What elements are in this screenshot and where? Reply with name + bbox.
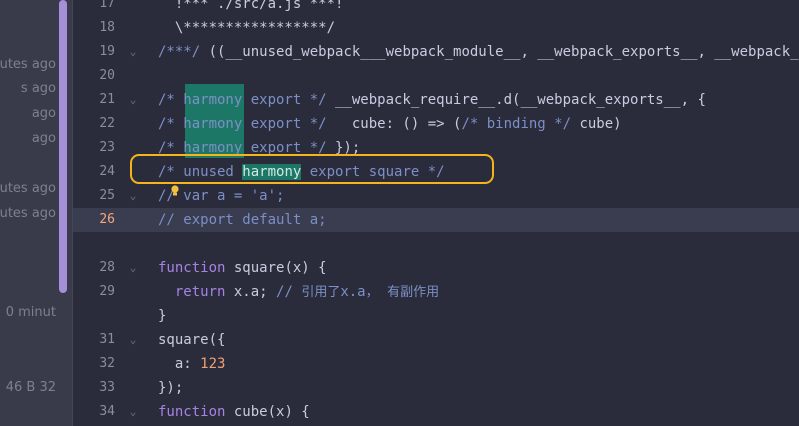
code-line[interactable]: }: [73, 304, 799, 328]
fold-chevron-icon[interactable]: ⌄: [127, 40, 139, 64]
history-time-label: 46 B 32: [5, 380, 56, 395]
history-time-label: 0 minut: [5, 305, 56, 320]
fold-chevron-icon[interactable]: ⌄: [127, 184, 139, 208]
line-number: 31: [99, 332, 115, 347]
code-text[interactable]: /* harmony export */ });: [158, 136, 360, 160]
line-number: 28: [99, 260, 115, 275]
code-line[interactable]: 34 ⌄ function cube(x) {: [73, 400, 799, 424]
code-line[interactable]: 20: [73, 64, 799, 88]
line-number: 18: [99, 20, 115, 35]
code-text[interactable]: \*****************/: [158, 16, 335, 40]
code-text[interactable]: /***/ ((__unused_webpack___webpack_modul…: [158, 40, 799, 64]
line-number: 24: [99, 164, 115, 179]
code-text[interactable]: }: [158, 304, 166, 328]
code-text[interactable]: return x.a; // 引用了x.a， 有副作用: [158, 280, 439, 305]
code-text[interactable]: /* harmony export */ cube: () => (/* bin…: [158, 112, 622, 136]
code-line[interactable]: [73, 232, 799, 256]
code-text[interactable]: function cube(x) {: [158, 400, 310, 424]
line-number: 25: [99, 188, 115, 203]
history-time-label: utes ago: [0, 181, 56, 196]
history-scrollbar-thumb[interactable]: [59, 0, 67, 293]
line-number: 20: [99, 68, 115, 83]
code-line[interactable]: 28 ⌄ function square(x) {: [73, 256, 799, 280]
line-number: 21: [99, 92, 115, 107]
line-number: 26: [99, 212, 115, 227]
line-number: 19: [99, 44, 115, 59]
code-line[interactable]: 24 /* unused harmony export square */: [73, 160, 799, 184]
code-editor[interactable]: 17 !*** ./src/a.js ***! 18 \*************…: [73, 0, 799, 426]
code-text[interactable]: // export default a;: [158, 208, 327, 232]
code-line[interactable]: 32 a: 123: [73, 352, 799, 376]
code-line[interactable]: 22 /* harmony export */ cube: () => (/* b…: [73, 112, 799, 136]
code-line[interactable]: 26 // export default a;: [73, 208, 799, 232]
line-number: 29: [99, 284, 115, 299]
code-text[interactable]: });: [158, 376, 183, 400]
fold-chevron-icon[interactable]: ⌄: [127, 88, 139, 112]
line-number: 33: [99, 380, 115, 395]
history-time-label: utes ago: [0, 206, 56, 221]
code-line[interactable]: 21 ⌄ /* harmony export */ __webpack_requir…: [73, 88, 799, 112]
code-text[interactable]: /* unused harmony export square */: [158, 160, 445, 184]
history-time-label: ago: [31, 131, 56, 146]
fold-chevron-icon[interactable]: ⌄: [127, 400, 139, 424]
code-text[interactable]: a: 123: [158, 352, 226, 376]
code-text[interactable]: function square(x) {: [158, 256, 327, 280]
code-line[interactable]: 17 !*** ./src/a.js ***!: [73, 0, 799, 16]
line-number: 34: [99, 404, 115, 419]
code-text[interactable]: !*** ./src/a.js ***!: [158, 0, 344, 16]
history-time-label: ago: [31, 106, 56, 121]
code-line[interactable]: 18 \*****************/: [73, 16, 799, 40]
line-number: 22: [99, 116, 115, 131]
lightbulb-icon[interactable]: [170, 185, 180, 196]
history-time-label: s ago: [20, 81, 56, 96]
code-line[interactable]: 33});: [73, 376, 799, 400]
fold-chevron-icon[interactable]: ⌄: [127, 328, 139, 352]
code-text[interactable]: square({: [158, 328, 225, 352]
line-number: 32: [99, 356, 115, 371]
history-time-label: utes ago: [0, 57, 56, 72]
fold-chevron-icon[interactable]: ⌄: [127, 256, 139, 280]
line-number: 17: [99, 0, 115, 11]
history-panel: utes ago s ago ago ago utes ago utes ago…: [0, 0, 73, 426]
code-line[interactable]: 29 return x.a; // 引用了x.a， 有副作用: [73, 280, 799, 304]
code-line[interactable]: 31 ⌄ square({: [73, 328, 799, 352]
code-line[interactable]: 23 /* harmony export */ });: [73, 136, 799, 160]
code-line[interactable]: 19 ⌄ /***/ ((__unused_webpack___webpack_mo…: [73, 40, 799, 64]
code-line[interactable]: 25 ⌄// var a = 'a';: [73, 184, 799, 208]
line-number: 23: [99, 140, 115, 155]
code-text[interactable]: /* harmony export */ __webpack_require__…: [158, 88, 706, 112]
